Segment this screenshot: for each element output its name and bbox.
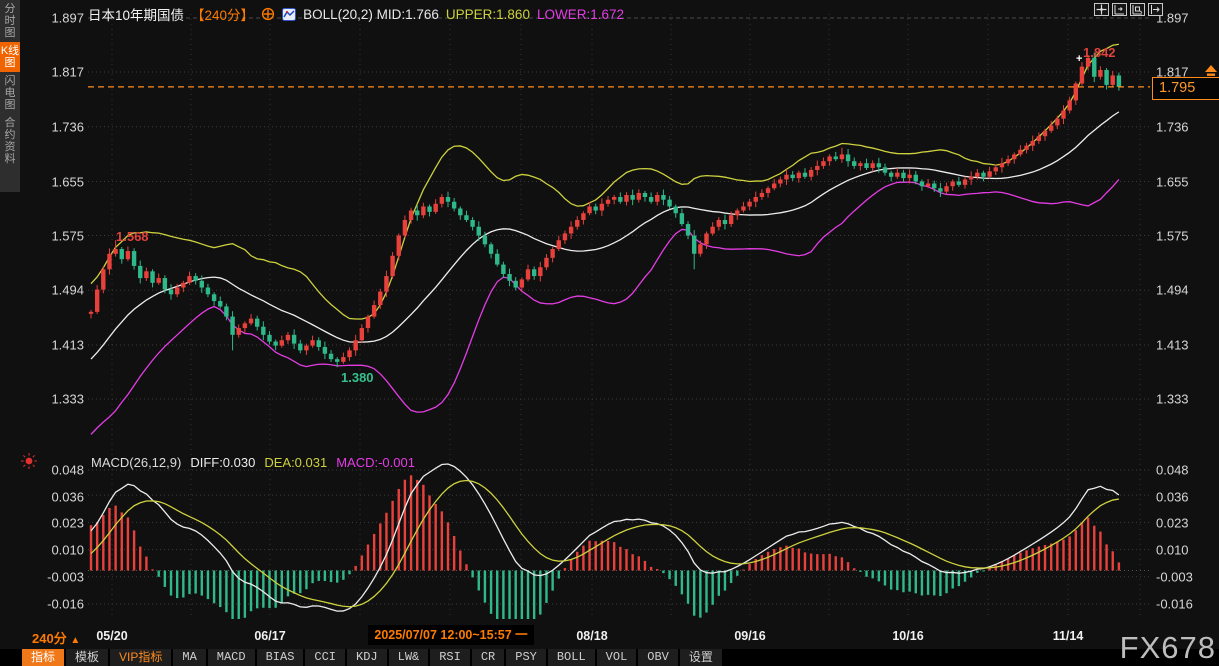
period-tag[interactable]: 【240分】 <box>191 4 254 24</box>
y-axis-label-left: 1.897 <box>24 11 84 26</box>
y-axis-label-right: 1.333 <box>1156 392 1189 407</box>
current-price-box: 1.795 <box>1152 77 1219 100</box>
pan-right-button[interactable] <box>1148 3 1163 16</box>
crosshair-icon[interactable] <box>261 7 275 21</box>
y-axis-label-right: 1.413 <box>1156 338 1189 353</box>
y-axis-label-right: 1.575 <box>1156 229 1189 244</box>
macd-axis-label-right: -0.016 <box>1156 597 1193 612</box>
svg-text:1.842: 1.842 <box>1083 45 1116 60</box>
site-watermark: FX678 <box>1120 630 1216 666</box>
toolbar-spacer <box>0 649 20 666</box>
macd-axis-label-left: -0.016 <box>24 597 84 612</box>
sidebar-item-flash-chart[interactable]: 闪电图 <box>0 72 20 114</box>
macd-axis-label-left: 0.010 <box>24 543 84 558</box>
chevron-up-icon: ▲ <box>70 635 80 646</box>
macd-axis-label-right: 0.036 <box>1156 490 1189 505</box>
x-axis-label: 10/16 <box>892 629 923 643</box>
macd-axis-label-left: 0.023 <box>24 516 84 531</box>
sidebar-item-timeline-chart[interactable]: 分时图 <box>0 0 20 42</box>
boll-upper-label: UPPER:1.860 <box>446 7 530 22</box>
toolbar-item-indicators[interactable]: 指标 <box>22 649 64 666</box>
y-axis-label-left: 1.655 <box>24 175 84 190</box>
toolbar-item-ma[interactable]: MA <box>173 649 205 666</box>
sidebar-item-kline-chart[interactable]: K线图 <box>0 42 20 72</box>
macd-dea-label: DEA:0.031 <box>264 455 327 470</box>
sidebar-item-contract-info[interactable]: 合约资料 <box>0 114 20 168</box>
toolbar-item-cr[interactable]: CR <box>472 649 504 666</box>
macd-axis-label-right: -0.003 <box>1156 570 1193 585</box>
chart-header: 日本10年期国债 【240分】 BOLL(20,2) MID:1.766 UPP… <box>88 4 624 24</box>
y-axis-label-left: 1.333 <box>24 392 84 407</box>
macd-name-label: MACD(26,12,9) <box>91 455 181 470</box>
toolbar-item-kdj[interactable]: KDJ <box>347 649 387 666</box>
zoom-out-range-button[interactable] <box>1130 3 1145 16</box>
toolbar-item-psy[interactable]: PSY <box>506 649 546 666</box>
macd-diff-label: DIFF:0.030 <box>190 455 255 470</box>
x-axis-row: 240分 ▲ 05/20 06/17 2025/07/07 12:00~15:5… <box>0 622 1219 649</box>
y-axis-label-left: 1.413 <box>24 338 84 353</box>
move-tool-button[interactable] <box>1094 3 1109 16</box>
svg-text:1.568: 1.568 <box>116 229 149 244</box>
period-selector[interactable]: 240分 ▲ <box>32 628 80 647</box>
macd-axis-label-left: 0.036 <box>24 490 84 505</box>
y-axis-label-left: 1.736 <box>24 120 84 135</box>
indicator-chart-icon[interactable] <box>282 8 296 21</box>
x-axis-label: 05/20 <box>96 629 127 643</box>
macd-header: MACD(26,12,9) DIFF:0.030 DEA:0.031 MACD:… <box>91 455 415 470</box>
toolbar-item-obv[interactable]: OBV <box>638 649 678 666</box>
toolbar-item-cci[interactable]: CCI <box>305 649 345 666</box>
y-axis-label-left: 1.494 <box>24 283 84 298</box>
y-axis-label-left: 1.575 <box>24 229 84 244</box>
y-axis-label-right: 1.736 <box>1156 120 1189 135</box>
chart-app: 1.568 1.380 1.842+ 分时图 K线图 闪电图 合约资料 日本10年期… <box>0 0 1219 666</box>
macd-axis-label-right: 0.010 <box>1156 543 1189 558</box>
sidebar: 分时图 K线图 闪电图 合约资料 <box>0 0 20 192</box>
x-axis-label: 08/18 <box>576 629 607 643</box>
x-axis-label: 11/14 <box>1053 629 1084 643</box>
toolbar-item-macd[interactable]: MACD <box>208 649 255 666</box>
macd-axis-label-left: -0.003 <box>24 570 84 585</box>
y-axis-label-right: 1.494 <box>1156 283 1189 298</box>
x-axis-label: 06/17 <box>254 629 285 643</box>
toolbar-item-lwr[interactable]: LW& <box>389 649 429 666</box>
toolbar-item-boll[interactable]: BOLL <box>548 649 595 666</box>
toolbar-item-vol[interactable]: VOL <box>597 649 637 666</box>
y-axis-label-left: 1.817 <box>24 65 84 80</box>
toolbar-item-settings[interactable]: 设置 <box>680 649 722 666</box>
crosshair-date-readout: 2025/07/07 12:00~15:57 一 <box>368 625 534 645</box>
svg-text:1.380: 1.380 <box>341 370 374 385</box>
y-axis-label-right: 1.655 <box>1156 175 1189 190</box>
toolbar-item-vip-indicators[interactable]: VIP指标 <box>110 649 171 666</box>
zoom-in-range-button[interactable] <box>1112 3 1127 16</box>
toolbar-item-bias[interactable]: BIAS <box>257 649 304 666</box>
chart-canvas[interactable]: 1.568 1.380 1.842+ <box>0 0 1219 666</box>
toolbar-item-rsi[interactable]: RSI <box>430 649 470 666</box>
macd-axis-label-right: 0.048 <box>1156 463 1189 478</box>
macd-axis-label-right: 0.023 <box>1156 516 1189 531</box>
boll-lower-label: LOWER:1.672 <box>537 7 624 22</box>
toolbar-item-templates[interactable]: 模板 <box>66 649 108 666</box>
instrument-title: 日本10年期国债 <box>88 4 184 24</box>
svg-text:+: + <box>1076 53 1082 65</box>
indicator-toolbar: 指标 模板 VIP指标 MA MACD BIAS CCI KDJ LW& RSI… <box>0 649 1219 666</box>
macd-value-label: MACD:-0.001 <box>336 455 415 470</box>
chart-tools <box>1094 3 1163 16</box>
macd-axis-label-left: 0.048 <box>24 463 84 478</box>
x-axis-label: 09/16 <box>734 629 765 643</box>
boll-mid-label: BOLL(20,2) MID:1.766 <box>303 7 439 22</box>
